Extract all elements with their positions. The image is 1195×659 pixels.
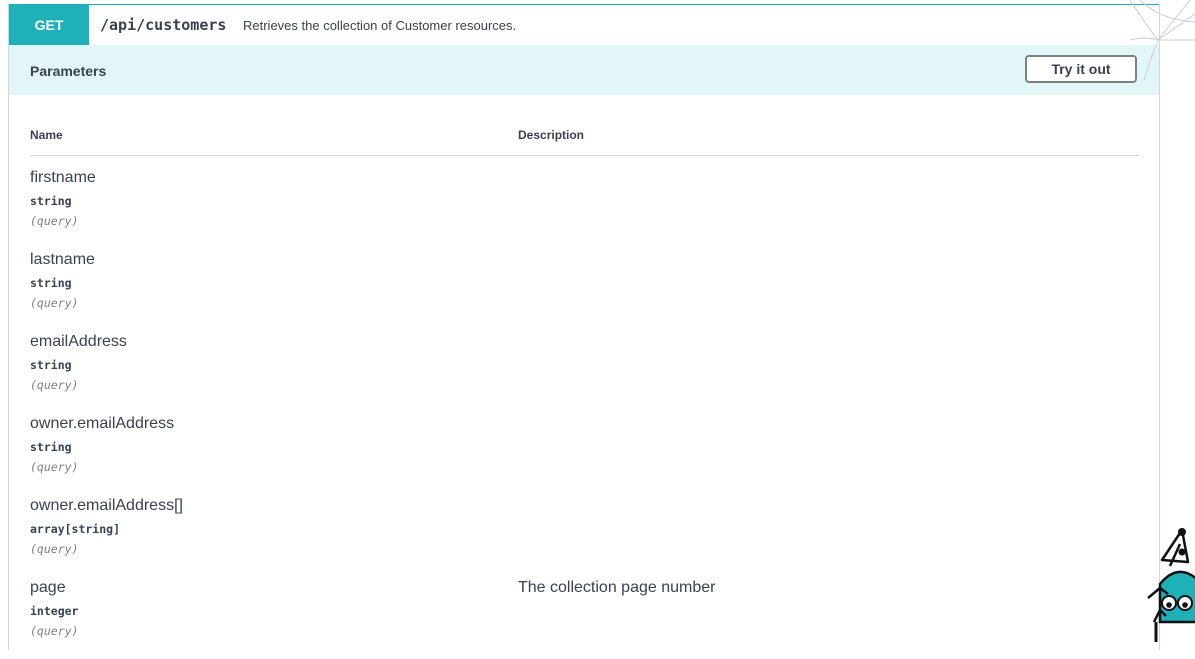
parameter-location: (query) (30, 378, 79, 392)
method-badge: GET (9, 5, 89, 45)
parameter-type: array[string] (30, 522, 121, 536)
parameter-name: owner.emailAddress (30, 415, 175, 432)
parameter-description: The collection page number (518, 579, 716, 596)
parameter-name: emailAddress (30, 333, 127, 350)
parameter-type: string (30, 276, 72, 290)
parameter-row: firstname string (query) (30, 169, 1130, 249)
parameter-type: string (30, 440, 72, 454)
parameter-row: lastname string (query) (30, 251, 1130, 331)
column-header-description: Description (518, 128, 585, 142)
parameter-location: (query) (30, 460, 79, 474)
header-divider (30, 155, 1139, 156)
opblock-get-customers: GET /api/customers Retrieves the collect… (8, 4, 1160, 650)
operation-summary-text: Retrieves the collection of Customer res… (243, 18, 517, 33)
parameters-header: Parameters Try it out (9, 45, 1159, 95)
parameter-name: firstname (30, 169, 96, 186)
parameter-name: page (30, 579, 66, 596)
parameter-location: (query) (30, 296, 79, 310)
try-it-out-button[interactable]: Try it out (1025, 55, 1137, 83)
parameter-row: emailAddress string (query) (30, 333, 1130, 413)
parameter-name: owner.emailAddress[] (30, 497, 183, 514)
parameter-row: owner.emailAddress[] array[string] (quer… (30, 497, 1130, 577)
parameter-location: (query) (30, 542, 79, 556)
parameter-row: owner.emailAddress string (query) (30, 415, 1130, 495)
parameters-title: Parameters (30, 63, 107, 79)
parameter-type: integer (30, 604, 79, 618)
spider-mascot-icon (1147, 528, 1195, 642)
operation-path: /api/customers (100, 16, 227, 34)
parameter-row: page integer (query) The collection page… (30, 579, 1130, 659)
column-header-name: Name (30, 128, 63, 142)
parameter-location: (query) (30, 214, 79, 228)
parameter-type: string (30, 358, 72, 372)
operation-summary[interactable]: GET /api/customers Retrieves the collect… (9, 4, 1159, 46)
parameter-type: string (30, 194, 72, 208)
parameter-name: lastname (30, 251, 95, 268)
parameter-location: (query) (30, 624, 79, 638)
